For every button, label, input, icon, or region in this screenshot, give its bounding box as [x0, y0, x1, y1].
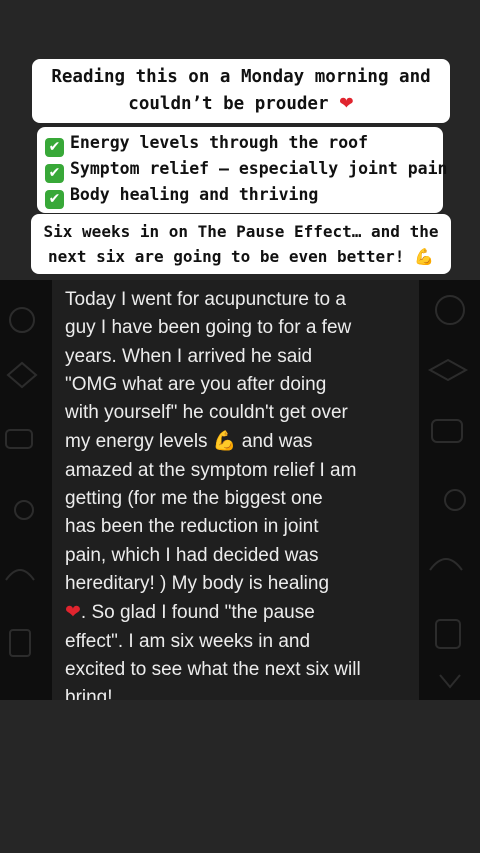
message-line: years. When I arrived he said [65, 345, 313, 367]
flexed-biceps-icon: 💪 [212, 430, 237, 453]
headline-line-2: couldn’t be prouder ❤ [38, 91, 444, 118]
closing-line-1: Six weeks in on The Pause Effect… and th… [43, 222, 439, 241]
message-line: amazed at the symptom relief I am [65, 459, 357, 481]
message-line: effect". I am six weeks in and [65, 630, 311, 652]
message-line-text: and was [236, 431, 313, 453]
check-mark-icon: ✔ [45, 190, 64, 209]
headline-caption: Reading this on a Monday morning and cou… [32, 59, 450, 123]
message-line: with yourself" he couldn't get over [65, 402, 348, 424]
flexed-biceps-icon: 💪 [414, 247, 434, 266]
check-mark-icon: ✔ [45, 164, 64, 183]
checklist-item: ✔ Energy levels through the roof [45, 131, 435, 157]
message-line-text: . So glad I found "the pause [80, 602, 315, 624]
message-line: excited to see what the next six will [65, 658, 361, 680]
message-line: ❤. So glad I found "the pause [65, 598, 409, 627]
message-line: pain, which I had decided was [65, 544, 319, 566]
message-line: getting (for me the biggest one [65, 488, 323, 510]
checklist-item-text: Body healing and thriving [70, 185, 319, 204]
message-line: "OMG what are you after doing [65, 373, 327, 395]
message-line: my energy levels 💪 and was [65, 427, 409, 456]
headline-line-1: Reading this on a Monday morning and [51, 67, 431, 87]
checklist-caption: ✔ Energy levels through the roof ✔ Symptom… [37, 127, 448, 213]
message-line: Today I went for acupuncture to a [65, 289, 346, 310]
red-heart-icon: ❤ [65, 601, 81, 624]
headline-line-2-text: couldn’t be prouder [128, 94, 329, 114]
message-line: guy I have been going to for a few [65, 317, 352, 339]
closing-line-2-text: next six are going to be even better! [48, 247, 405, 266]
message-bubble: Today I went for acupuncture to a guy I … [52, 280, 419, 700]
red-heart-icon: ❤ [339, 94, 354, 114]
closing-caption: Six weeks in on The Pause Effect… and th… [31, 214, 451, 274]
checklist-item-text: Symptom relief — especially joint pain [70, 159, 448, 178]
check-mark-icon: ✔ [45, 138, 64, 157]
closing-line-2: next six are going to be even better! 💪 [37, 244, 445, 269]
message-line: bring! [65, 687, 113, 700]
checklist-item: ✔ Body healing and thriving [45, 183, 435, 209]
checklist-item: ✔ Symptom relief — especially joint pain [45, 157, 448, 183]
message-line-text: my energy levels [65, 431, 208, 453]
message-line: has been the reduction in joint [65, 516, 319, 538]
checklist-item-text: Energy levels through the roof [70, 133, 369, 152]
chat-screenshot: Today I went for acupuncture to a guy I … [0, 280, 480, 700]
message-line: hereditary! ) My body is healing [65, 572, 330, 594]
